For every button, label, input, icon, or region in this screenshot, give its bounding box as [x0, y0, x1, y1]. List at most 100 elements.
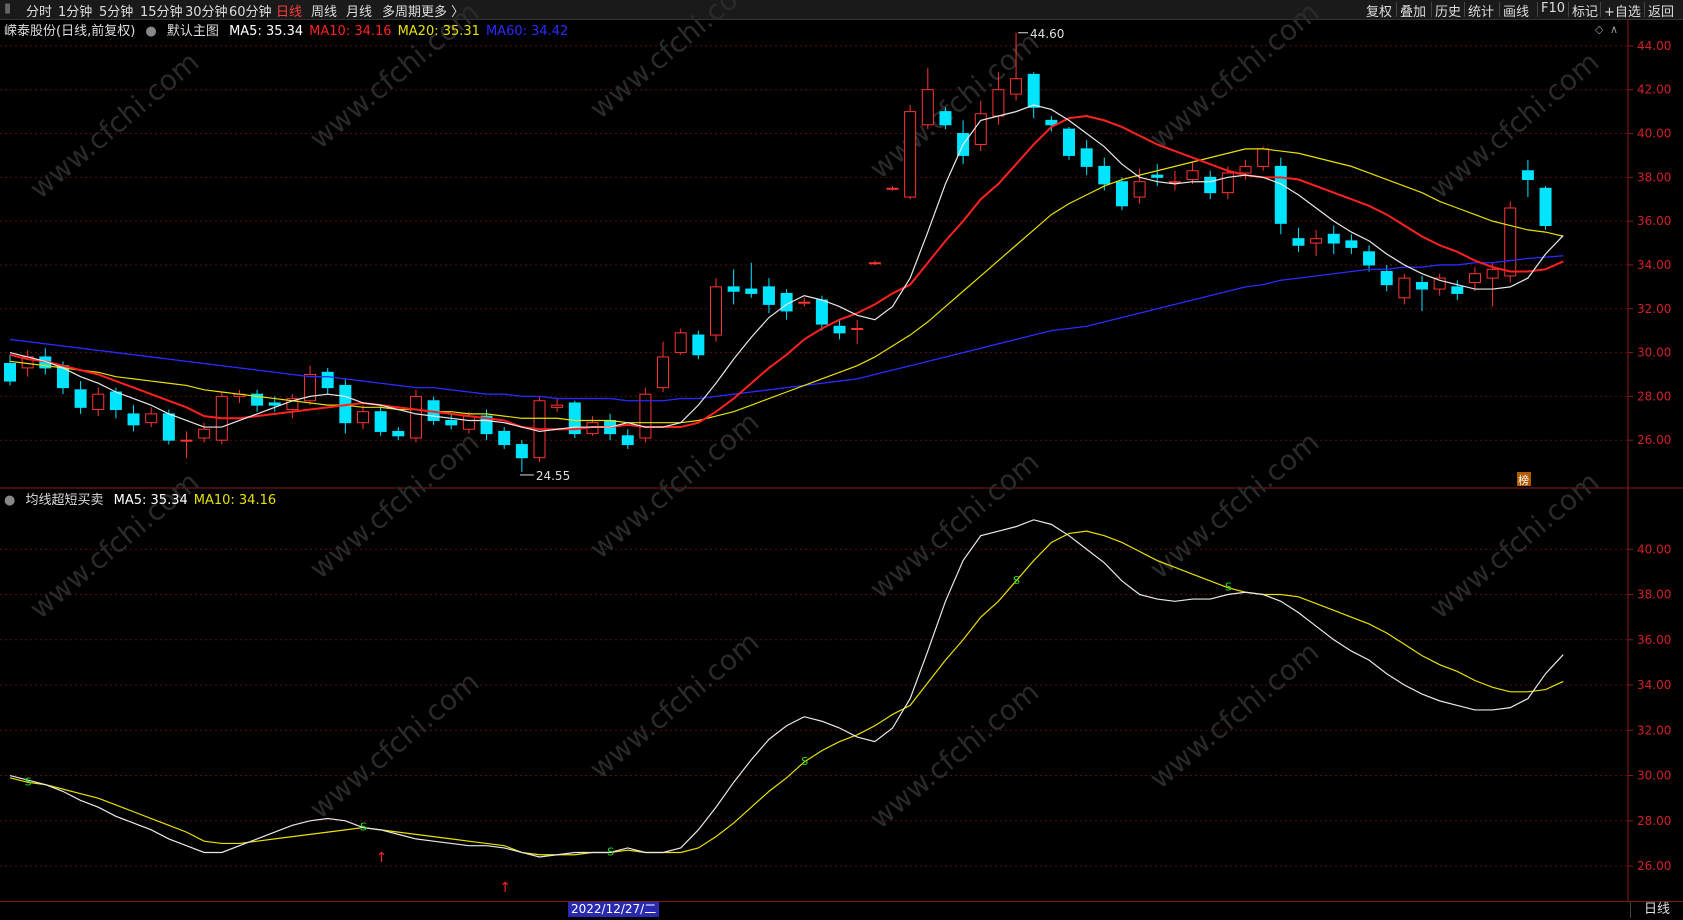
low-price-label: 24.55 [536, 469, 570, 483]
candle-body [180, 439, 193, 442]
ma10-line [9, 114, 1564, 431]
candle-body [974, 113, 987, 145]
sub-indicator-name[interactable]: 均线超短买卖 [25, 493, 103, 508]
candle-body [1310, 238, 1323, 244]
candle-body [1257, 148, 1270, 167]
sub-settings-circle-icon[interactable]: ● [4, 493, 15, 508]
settings-circle-icon[interactable]: ● [145, 24, 156, 39]
watermark-text: www.cfchi.com [303, 665, 485, 825]
candle-body [1451, 286, 1464, 294]
candle-body [1027, 73, 1040, 108]
candle-body [551, 404, 564, 408]
indicator-label: MA10: 34.16 [193, 493, 277, 508]
candle-body [109, 391, 122, 411]
signal-s-mark: S [801, 755, 808, 768]
candle-body [1186, 170, 1199, 181]
candle-body [851, 327, 864, 330]
sub-panel-title: ● 均线超短买卖 MA5: 35.34 MA10: 34.16 [4, 489, 288, 508]
candle-body [92, 393, 105, 411]
candle-body [621, 435, 634, 446]
candle-body [1416, 281, 1428, 290]
candle-body [268, 402, 281, 406]
watermark-text: www.cfchi.com [583, 0, 765, 125]
candle-body [1151, 174, 1164, 178]
rank-badge: 榜 [1518, 473, 1529, 487]
candle-body [1168, 181, 1181, 184]
ma5-line [9, 104, 1564, 433]
indicator-label: MA10: 34.16 [309, 24, 392, 39]
candle-body [1504, 207, 1517, 277]
main-tick-label: 28.00 [1637, 389, 1671, 403]
candle-body [409, 395, 422, 439]
main-tick-label: 44.00 [1637, 39, 1671, 53]
candle-body [921, 89, 934, 126]
candle-body [833, 325, 846, 334]
candle-body [1204, 176, 1217, 194]
high-price-label: 44.60 [1030, 27, 1064, 41]
candle-body [515, 444, 528, 459]
candle-body [886, 187, 899, 190]
sub-ma5-line [9, 519, 1564, 858]
candle-body [1274, 165, 1287, 224]
signal-s-mark: S [1225, 581, 1232, 594]
sub-ma10-line [9, 530, 1564, 856]
stock-name[interactable]: 嵘泰股份(日线,前复权) [4, 24, 135, 39]
main-tick-label: 30.00 [1637, 346, 1671, 360]
sub-tick-label: 34.00 [1637, 678, 1671, 692]
candle-body [1468, 273, 1481, 283]
candle-body [939, 111, 952, 126]
candle-body [815, 299, 828, 325]
candle-body [74, 389, 87, 408]
main-tick-label: 40.00 [1637, 127, 1671, 141]
candle-body [1010, 78, 1023, 95]
sub-tick-label: 36.00 [1637, 633, 1671, 647]
candle-body [1521, 170, 1534, 181]
diamond-icon: ◇ [1595, 23, 1604, 36]
ma60-line [9, 255, 1564, 402]
ma20-line [9, 148, 1564, 424]
signal-s-mark: S [360, 821, 367, 834]
main-mode-label[interactable]: 默认主图 [167, 24, 219, 39]
watermark-text: www.cfchi.com [1143, 425, 1325, 585]
candle-body [745, 288, 758, 294]
candle-body [462, 415, 475, 430]
signal-s-mark: S [607, 845, 614, 858]
candle-body [1398, 277, 1411, 299]
indicator-label: MA60: 34.42 [485, 24, 569, 39]
signal-s-mark: S [1013, 574, 1020, 587]
candle-body [727, 286, 740, 292]
candle-body [762, 286, 775, 305]
candle-body [1345, 240, 1358, 248]
watermark-text: www.cfchi.com [1423, 465, 1605, 625]
sub-tick-label: 28.00 [1637, 814, 1671, 828]
watermark-text: www.cfchi.com [1143, 635, 1325, 795]
candle-body [1363, 251, 1376, 266]
candle-body [710, 286, 722, 336]
candle-body [1380, 271, 1393, 286]
main-tick-label: 36.00 [1637, 214, 1671, 228]
candle-body [56, 365, 69, 389]
candle-body [1486, 268, 1499, 279]
watermark-text: www.cfchi.com [583, 625, 765, 785]
candle-body [392, 430, 405, 437]
period-button[interactable]: 日线 [1630, 902, 1683, 918]
candle-body [321, 371, 334, 389]
candle-body [1098, 165, 1111, 185]
indicator-label: MA20: 35.31 [397, 24, 480, 39]
sub-tick-label: 40.00 [1637, 542, 1671, 556]
sub-tick-label: 32.00 [1637, 723, 1671, 737]
candle-body [127, 413, 140, 426]
buy-arrow-icon: ↑ [376, 850, 388, 866]
collapse-icon: ∧ [1610, 23, 1618, 36]
sub-tick-label: 26.00 [1637, 859, 1671, 873]
candle-body [1539, 187, 1552, 227]
kline-chart[interactable]: 26.00 28.00 30.00 32.00 34.00 36.00 38.00 40.00… [0, 0, 1683, 919]
candle-body [1221, 172, 1234, 194]
candle-body [4, 363, 16, 382]
sub-tick-label: 38.00 [1637, 588, 1671, 602]
candle-body [868, 262, 881, 265]
candle-body [992, 89, 1005, 117]
watermark-text: www.cfchi.com [23, 45, 205, 205]
candle-body [198, 428, 211, 439]
candle-body [1239, 165, 1252, 174]
